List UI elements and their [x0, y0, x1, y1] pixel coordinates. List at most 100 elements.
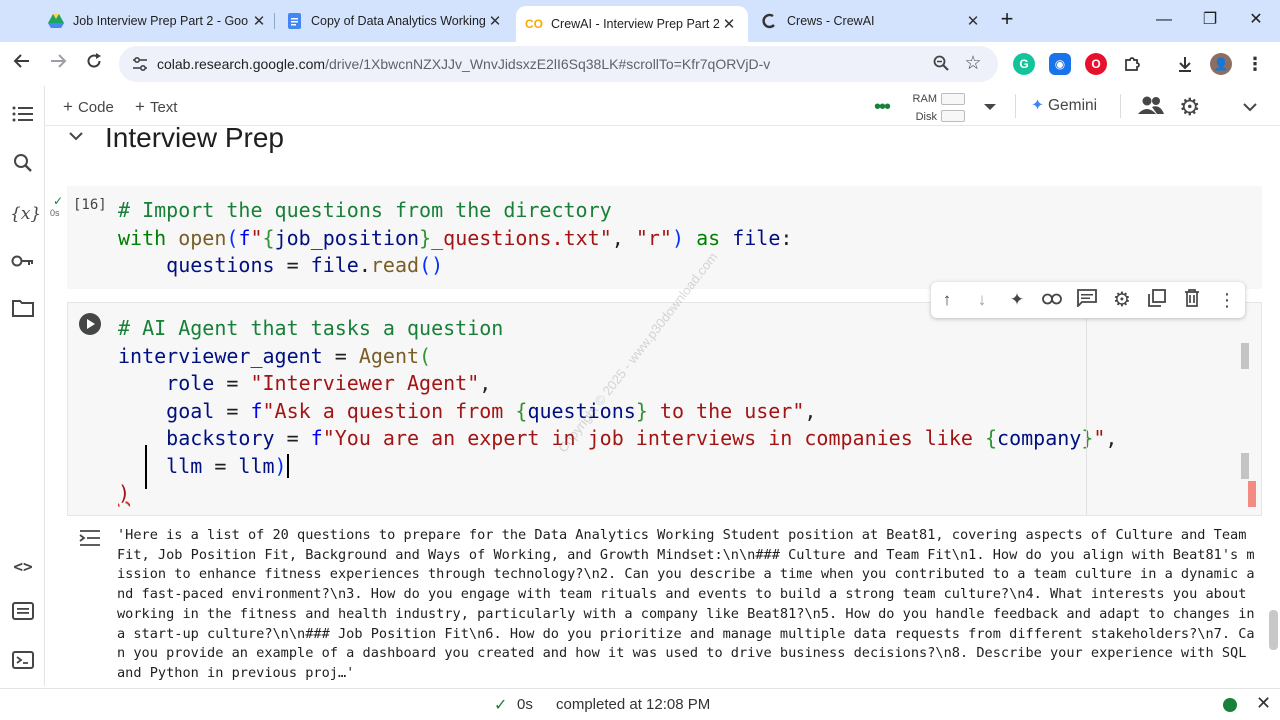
colab-status-bar: ✓ 0s completed at 12:08 PM ✕ [0, 688, 1280, 720]
text-cursor [286, 453, 289, 478]
more-vert-icon[interactable]: ⋮ [1216, 289, 1238, 311]
url-text: colab.research.google.com/drive/1XbwcnNZ… [157, 56, 770, 72]
forward-arrow-icon [51, 54, 67, 68]
tab-title: Copy of Data Analytics Working [311, 14, 486, 28]
exec-success-checkmark-icon: ✓ [53, 194, 64, 208]
disk-label: Disk [915, 111, 937, 123]
variables-icon[interactable]: {x} [10, 201, 41, 227]
settings-gear-icon[interactable]: ⚙ [1179, 93, 1201, 122]
close-status-icon[interactable]: ✕ [1256, 693, 1271, 714]
output-collapse-icon[interactable] [79, 530, 101, 551]
error-marker [1248, 481, 1256, 507]
section-collapse-chevron-icon[interactable] [69, 128, 83, 146]
toolbar-divider [1015, 94, 1016, 118]
tab-separator [274, 13, 275, 29]
ram-label: RAM [912, 93, 937, 105]
table-of-contents-icon[interactable] [10, 104, 36, 130]
command-palette-icon[interactable] [10, 601, 36, 627]
exec-count: [16] [73, 197, 107, 213]
tab-crews-crewai[interactable]: Crews - CrewAI ✕ [762, 7, 982, 35]
secrets-key-icon[interactable] [10, 249, 36, 275]
gemini-sparkle-icon: ✦ [1031, 97, 1044, 114]
browser-menu-icon[interactable]: ⋮ [1244, 53, 1266, 75]
more-options-dots-icon[interactable]: ••• [874, 96, 891, 119]
tab-copy-of-data-analytics[interactable]: Copy of Data Analytics Working ✕ [286, 7, 504, 35]
search-icon[interactable] [10, 153, 36, 179]
close-tab-icon[interactable]: ✕ [250, 12, 268, 30]
share-people-icon[interactable] [1138, 95, 1164, 120]
back-arrow-icon [13, 54, 29, 68]
code-cell-import-questions[interactable]: ✓ 0s [16] # Import the questions from th… [50, 186, 1262, 289]
section-heading: Interview Prep [105, 126, 284, 153]
add-text-label: Text [149, 99, 178, 116]
mirror-cell-icon[interactable] [1146, 289, 1168, 311]
code-cell-interviewer-agent[interactable]: # AI Agent that tasks a question intervi… [67, 302, 1262, 516]
disk-usage-bar [941, 110, 965, 122]
close-tab-icon[interactable]: ✕ [720, 15, 738, 33]
reload-button[interactable] [82, 52, 106, 76]
restore-window-button[interactable]: ❐ [1198, 8, 1222, 32]
site-info-icon[interactable] [131, 55, 149, 73]
gemini-label: Gemini [1048, 97, 1098, 114]
gemini-sparkle-icon[interactable]: ✦ [1006, 289, 1028, 311]
add-text-button[interactable]: + Text [135, 97, 177, 117]
tab-title: Job Interview Prep Part 2 - Goo [73, 14, 249, 28]
gemini-button[interactable]: ✦ Gemini [1031, 96, 1097, 115]
close-window-button[interactable]: ✕ [1244, 8, 1268, 32]
zoom-icon[interactable] [931, 54, 951, 74]
cell-settings-gear-icon[interactable]: ⚙ [1111, 289, 1133, 311]
runtime-connected-dot[interactable] [1223, 698, 1237, 712]
tab-title: Crews - CrewAI [787, 14, 875, 28]
move-cell-up-icon[interactable]: ↑ [936, 289, 958, 311]
code-snippets-icon[interactable]: <> [10, 554, 36, 580]
runtime-dropdown-icon[interactable] [983, 99, 997, 117]
close-tab-icon[interactable]: ✕ [964, 12, 982, 30]
profile-avatar[interactable]: 👤 [1210, 53, 1232, 75]
download-icon[interactable] [1174, 53, 1196, 75]
google-docs-icon [286, 13, 302, 29]
tab-crewai-interview-prep[interactable]: CO CrewAI - Interview Prep Part 2.i ✕ [516, 6, 748, 42]
extensions-puzzle-icon[interactable] [1121, 53, 1143, 75]
colab-sidebar: {x} <> [0, 86, 45, 686]
exec-time: 0s [50, 208, 60, 218]
mouse-ibeam-cursor [145, 445, 147, 489]
bookmark-star-icon[interactable]: ☆ [963, 54, 983, 74]
close-tab-icon[interactable]: ✕ [486, 12, 504, 30]
comment-icon[interactable] [1076, 289, 1098, 311]
delete-trash-icon[interactable] [1181, 289, 1203, 311]
address-bar[interactable]: colab.research.google.com/drive/1XbwcnNZ… [119, 46, 998, 82]
run-cell-button[interactable] [79, 313, 101, 335]
play-icon [87, 319, 95, 329]
code-editor[interactable]: # Import the questions from the director… [118, 197, 792, 280]
url-path: /drive/1XbwcnNZXJJv_WnvJidsxzE2lI6Sq38LK… [325, 56, 771, 72]
tab-job-interview-prep[interactable]: Job Interview Prep Part 2 - Goo ✕ [48, 7, 268, 35]
colab-icon: CO [525, 17, 543, 31]
minimap-marker [1241, 453, 1249, 479]
new-tab-button[interactable]: + [996, 8, 1018, 31]
move-cell-down-icon[interactable]: ↓ [971, 289, 993, 311]
status-duration: 0s [517, 696, 533, 713]
tab-title: CrewAI - Interview Prep Part 2.i [551, 17, 720, 31]
editor-scroll-divider [1086, 319, 1087, 515]
forward-button[interactable] [46, 52, 70, 76]
collapse-header-chevron-icon[interactable] [1243, 99, 1257, 117]
extension-blue-icon[interactable]: ◉ [1049, 53, 1071, 75]
page-scrollbar-thumb[interactable] [1269, 610, 1278, 650]
link-icon[interactable] [1041, 289, 1063, 311]
add-code-button[interactable]: + Code [63, 97, 114, 117]
status-completed-text[interactable]: completed at 12:08 PM [556, 696, 710, 713]
code-editor[interactable]: # AI Agent that tasks a question intervi… [118, 315, 1117, 508]
files-folder-icon[interactable] [10, 298, 36, 324]
terminal-icon[interactable] [10, 650, 36, 676]
crewai-icon [762, 13, 778, 29]
cell-output-text: 'Here is a list of 20 questions to prepa… [117, 527, 1255, 681]
resource-labels[interactable]: RAM Disk [911, 90, 937, 126]
grammarly-icon[interactable]: G [1013, 53, 1035, 75]
google-drive-icon [48, 13, 64, 29]
browser-tab-bar: Job Interview Prep Part 2 - Goo ✕ Copy o… [0, 0, 1280, 42]
back-button[interactable] [10, 52, 34, 76]
notebook-content: Interview Prep ✓ 0s [16] # Import the qu… [45, 126, 1280, 686]
toolbar-divider [1120, 94, 1121, 118]
opera-extension-icon[interactable]: O [1085, 53, 1107, 75]
minimize-window-button[interactable]: — [1152, 8, 1176, 32]
